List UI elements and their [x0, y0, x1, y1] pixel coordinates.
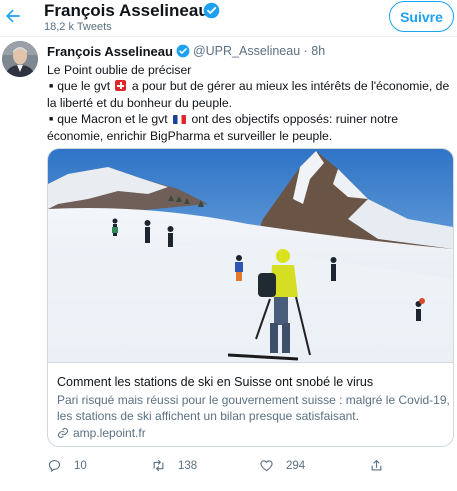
- link-card[interactable]: Comment les stations de ski en Suisse on…: [47, 148, 454, 447]
- profile-header: François Asselineau 18,2 k Tweets Suivre: [0, 0, 457, 37]
- card-title: Comment les stations de ski en Suisse on…: [57, 375, 374, 389]
- author-handle-time[interactable]: @UPR_Asselineau · 8h: [193, 44, 325, 58]
- verified-badge-icon: [176, 44, 190, 58]
- reply-button[interactable]: 10: [47, 458, 87, 473]
- bullet-icon: ■: [49, 83, 54, 90]
- tweet-line-part: que le gvt: [57, 79, 111, 93]
- tweet-actions: 10 138 294: [47, 458, 452, 476]
- tweet-line: la liberté et du bonheur du peuple.: [47, 96, 232, 110]
- tweet-line: ■ que Macron et le gvt ont des objectifs …: [47, 111, 452, 128]
- link-icon: [58, 428, 68, 438]
- back-arrow-icon[interactable]: [3, 6, 23, 26]
- tweet-line: ■ que le gvt a pour but de gérer au mieux…: [47, 78, 452, 95]
- avatar[interactable]: [2, 41, 38, 77]
- tweet-line-part: ont des objectifs opposés: ruiner notre: [191, 112, 399, 126]
- share-button[interactable]: [369, 458, 396, 473]
- tweet-line: Le Point oublie de préciser: [47, 63, 192, 77]
- tweet-text: Le Point oublie de préciser ■ que le gvt …: [47, 62, 452, 144]
- tweet-line-part: que Macron et le gvt: [57, 112, 168, 126]
- card-body: Comment les stations de ski en Suisse on…: [48, 362, 453, 446]
- card-description: Pari risqué mais réussi pour le gouverne…: [57, 393, 450, 423]
- follow-button[interactable]: Suivre: [389, 1, 454, 32]
- card-link: amp.lepoint.fr: [57, 426, 146, 440]
- retweet-count: 138: [178, 459, 198, 472]
- like-button[interactable]: 294: [259, 458, 305, 473]
- reply-count: 10: [74, 459, 87, 472]
- reply-icon: [48, 459, 61, 472]
- retweet-icon: [153, 459, 164, 472]
- swiss-flag-icon: [115, 80, 127, 91]
- share-icon: [371, 459, 382, 471]
- tweet-line-part: a pour but de gérer au mieux les intérêt…: [131, 79, 450, 93]
- tweet-meta: François Asselineau @UPR_Asselineau · 8h: [47, 43, 325, 59]
- author-name[interactable]: François Asselineau: [47, 44, 173, 59]
- verified-badge-icon: [203, 2, 220, 19]
- bullet-icon: ■: [49, 116, 54, 123]
- french-flag-icon: [173, 115, 187, 124]
- header-name: François Asselineau: [44, 1, 209, 20]
- like-icon: [260, 460, 273, 472]
- avatar-photo: [2, 41, 38, 77]
- card-image-ski-slope: [48, 149, 453, 362]
- card-link-domain: amp.lepoint.fr: [73, 426, 146, 440]
- tweet-count: 18,2 k Tweets: [44, 21, 112, 33]
- retweet-button[interactable]: 138: [151, 458, 197, 473]
- like-count: 294: [286, 459, 306, 472]
- tweet-line: économie, enrichir BigPharma et surveill…: [47, 129, 333, 143]
